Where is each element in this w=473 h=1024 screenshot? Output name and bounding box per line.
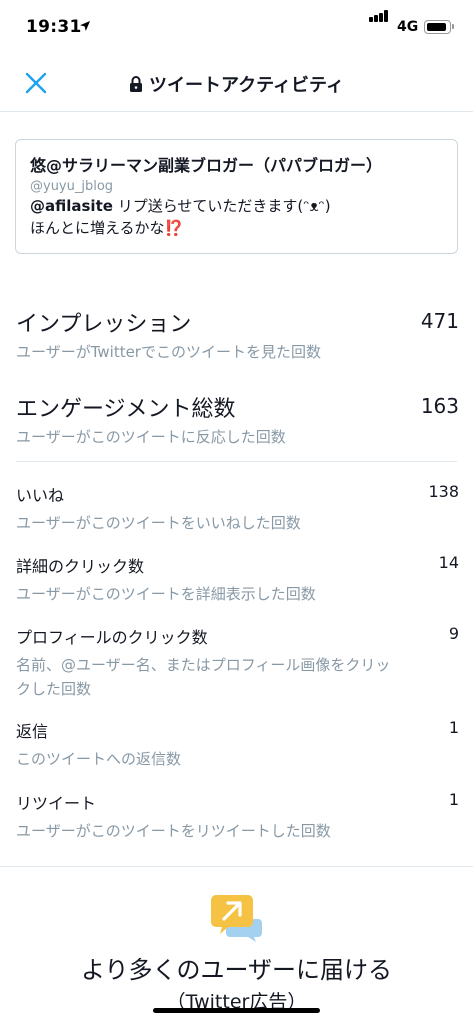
tweet-text-line2: ほんとに増えるかな⁉️ xyxy=(30,219,184,237)
metric-description: ユーザーがこのツイートを詳細表示した回数 xyxy=(16,585,316,603)
battery-icon xyxy=(424,20,454,34)
metric-label: いいね xyxy=(16,486,65,505)
metric-label: プロフィールのクリック数 xyxy=(16,628,208,647)
metric-value: 138 xyxy=(428,482,459,501)
metric-replies: 返信 1 このツイートへの返信数 xyxy=(16,718,459,771)
lock-icon xyxy=(130,76,143,92)
metric-value: 9 xyxy=(448,624,459,643)
section-divider xyxy=(0,866,473,867)
metric-retweets: リツイート 1 ユーザーがこのツイートをリツイートした回数 xyxy=(16,790,459,843)
metric-label: インプレッション xyxy=(16,312,192,337)
metric-profile-clicks: プロフィールのクリック数 9 名前、@ユーザー名、またはプロフィール画像をクリッ… xyxy=(16,624,459,701)
nav-bar: ツイートアクティビティ xyxy=(0,56,473,112)
metric-description: このツイートへの返信数 xyxy=(16,750,182,768)
status-bar: 19:31 4G xyxy=(0,0,473,56)
metric-description: 名前、@ユーザー名、またはプロフィール画像をクリッ クした回数 xyxy=(16,653,459,701)
metric-description: ユーザーがこのツイートに反応した回数 xyxy=(16,428,286,446)
metric-value: 1 xyxy=(448,718,459,737)
metric-label: エンゲージメント総数 xyxy=(16,397,236,422)
tweet-author-name: 悠@サラリーマン副業ブロガー（パパブロガー） xyxy=(30,156,383,175)
metric-value: 471 xyxy=(420,309,459,333)
metric-likes: いいね 138 ユーザーがこのツイートをいいねした回数 xyxy=(16,482,459,535)
tweet-text: @afilasite リプ送らせていただきます(ᵔᴥᵔ) ほんとに増えるかな⁉️ xyxy=(30,195,443,239)
metric-label: リツイート xyxy=(16,794,97,813)
tweet-mention[interactable]: @afilasite xyxy=(30,197,113,215)
tweet-author-handle: @yuyu_jblog xyxy=(30,179,114,194)
tweet-card[interactable]: 悠@サラリーマン副業ブロガー（パパブロガー） @yuyu_jblog @afil… xyxy=(15,139,458,254)
promote-tweet-icon xyxy=(211,895,262,942)
metric-description: ユーザーがTwitterでこのツイートを見た回数 xyxy=(16,343,321,361)
metric-description: ユーザーがこのツイートをいいねした回数 xyxy=(16,514,301,532)
metric-impressions: インプレッション 471 ユーザーがTwitterでこのツイートを見た回数 xyxy=(16,306,459,364)
metric-value: 1 xyxy=(448,790,459,809)
home-indicator[interactable] xyxy=(153,1008,320,1013)
page-title-text: ツイートアクティビティ xyxy=(149,75,344,96)
metric-label: 詳細のクリック数 xyxy=(16,557,145,576)
promo-title: より多くのユーザーに届ける xyxy=(80,956,393,984)
tweet-text-line1: リプ送らせていただきます(ᵔᴥᵔ) xyxy=(112,197,331,215)
metric-value: 14 xyxy=(438,553,459,572)
metric-label: 返信 xyxy=(16,722,49,741)
metric-description-line2: クした回数 xyxy=(16,680,92,698)
metric-value: 163 xyxy=(420,394,459,418)
metric-description: ユーザーがこのツイートをリツイートした回数 xyxy=(16,822,331,840)
status-time: 19:31 xyxy=(26,17,82,37)
metric-description-line1: 名前、@ユーザー名、またはプロフィール画像をクリッ xyxy=(16,656,391,674)
metric-engagements: エンゲージメント総数 163 ユーザーがこのツイートに反応した回数 xyxy=(16,391,459,449)
location-arrow-icon xyxy=(80,21,90,31)
network-label: 4G xyxy=(397,19,419,35)
divider xyxy=(16,461,457,462)
page-title: ツイートアクティビティ xyxy=(0,71,473,97)
metric-detail-clicks: 詳細のクリック数 14 ユーザーがこのツイートを詳細表示した回数 xyxy=(16,553,459,606)
